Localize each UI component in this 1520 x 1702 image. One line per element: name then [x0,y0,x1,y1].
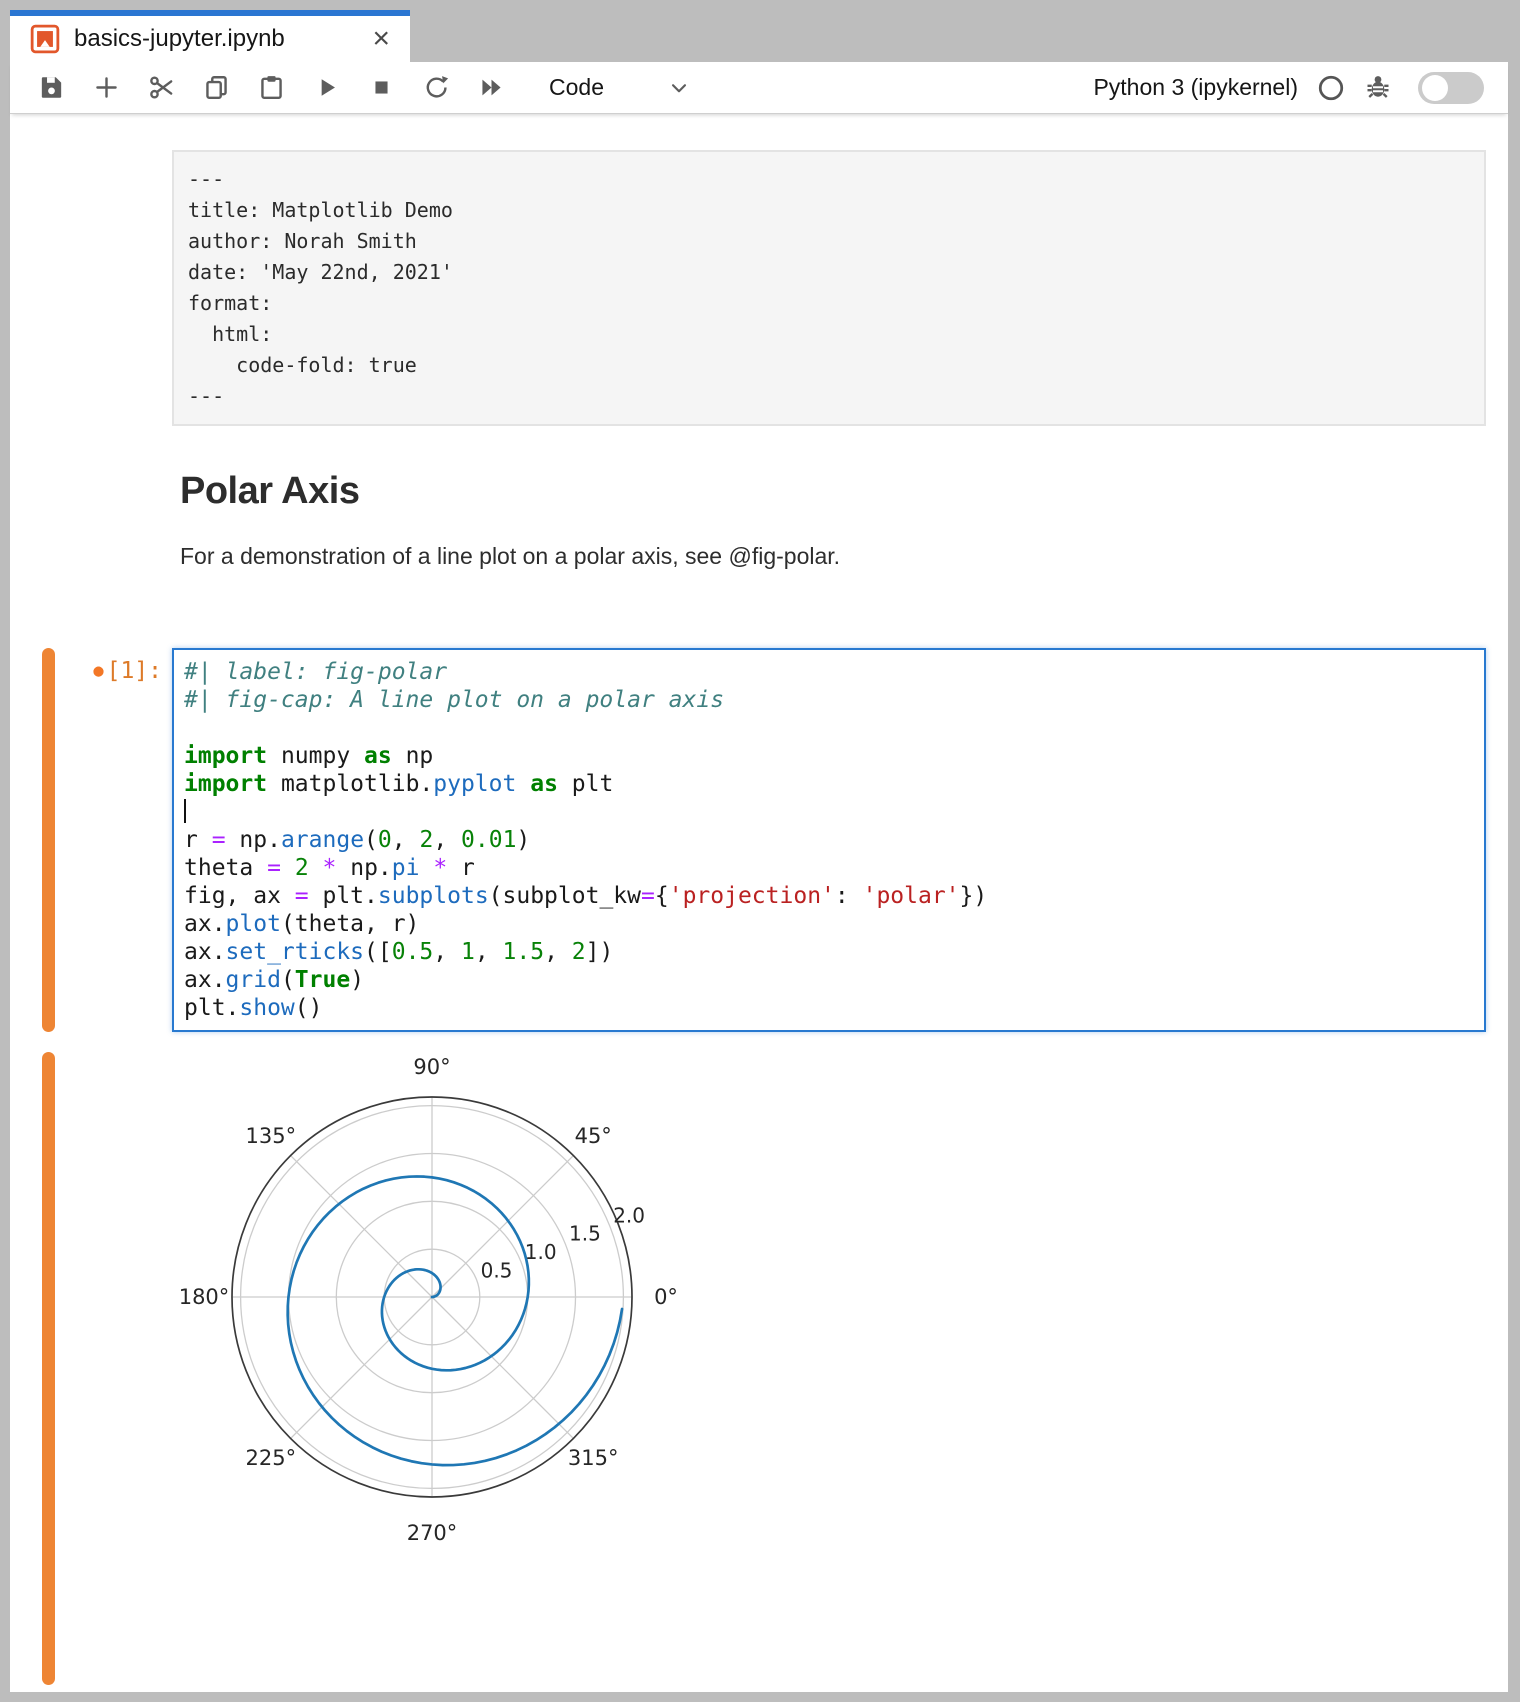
code-line: ax.plot(theta, r) [184,910,1474,938]
code-line [184,798,1474,826]
svg-text:2.0: 2.0 [613,1203,645,1227]
restart-icon [422,73,451,102]
section-paragraph: For a demonstration of a line plot on a … [180,543,1508,570]
execution-count: [1]: [107,658,162,684]
svg-text:1.0: 1.0 [525,1240,557,1264]
svg-text:270°: 270° [407,1521,458,1545]
screen: basics-jupyter.ipynb × Code Python 3 (ip… [0,0,1520,1702]
code-line: fig, ax = plt.subplots(subplot_kw={'proj… [184,882,1474,910]
kernel-status-icon [1316,73,1346,103]
code-line: import matplotlib.pyplot as plt [184,770,1474,798]
run-all-icon [477,73,506,102]
code-line: plt.show() [184,994,1474,1022]
copy-icon [202,73,231,102]
svg-text:0°: 0° [654,1285,678,1309]
toggle-knob [1422,75,1448,101]
code-line: import numpy as np [184,742,1474,770]
run-icon [312,73,341,102]
add-button[interactable] [79,66,134,110]
run-button[interactable] [299,66,354,110]
tab-basics-jupyter[interactable]: basics-jupyter.ipynb × [10,10,410,62]
svg-text:45°: 45° [575,1124,612,1148]
yaml-source: --- title: Matplotlib Demo author: Norah… [188,164,1470,412]
code-line: r = np.arange(0, 2, 0.01) [184,826,1474,854]
tab-bar: basics-jupyter.ipynb × [10,10,1508,62]
section-heading: Polar Axis [180,470,1508,513]
jupyterlab-window: basics-jupyter.ipynb × Code Python 3 (ip… [10,10,1508,1692]
svg-text:1.5: 1.5 [569,1222,601,1246]
interrupt-icon [367,73,396,102]
svg-text:315°: 315° [568,1446,619,1470]
code-line [184,714,1474,742]
execution-prompt: ●[1]: [93,658,162,684]
code-editor[interactable]: #| label: fig-polar#| fig-cap: A line pl… [172,648,1486,1032]
tab-title: basics-jupyter.ipynb [74,25,368,53]
output-collapser[interactable] [42,1052,55,1685]
code-line: #| label: fig-polar [184,658,1474,686]
svg-text:90°: 90° [413,1055,450,1079]
simple-mode-toggle[interactable] [1418,72,1484,104]
notebook-icon [30,24,60,54]
toolbar-button-group [24,66,519,110]
svg-text:135°: 135° [246,1124,297,1148]
cell-type-dropdown[interactable]: Code [549,74,692,101]
run-all-button[interactable] [464,66,519,110]
svg-text:0.5: 0.5 [481,1258,513,1282]
save-icon [37,73,66,102]
paste-button[interactable] [244,66,299,110]
restart-button[interactable] [409,66,464,110]
svg-text:180°: 180° [179,1285,230,1309]
code-line: theta = 2 * np.pi * r [184,854,1474,882]
modified-dot: ● [93,661,103,681]
interrupt-button[interactable] [354,66,409,110]
text-cursor [184,799,186,823]
copy-button[interactable] [189,66,244,110]
code-cell: ●[1]: #| label: fig-polar#| fig-cap: A l… [10,648,1508,1032]
code-line: ax.grid(True) [184,966,1474,994]
cell-type-value: Code [549,74,604,101]
code-source: #| label: fig-polar#| fig-cap: A line pl… [184,658,1474,1022]
debugger-button[interactable] [1362,72,1394,104]
save-button[interactable] [24,66,79,110]
figure-output: 0° 45° 90° 135° 180° 225° 270° 315° 0.5 1.0 1.5 2.0 [172,1052,692,1685]
notebook-toolbar: Code Python 3 (ipykernel) [10,62,1508,114]
chevron-down-icon [666,75,692,101]
tab-bar-empty-area [410,10,1508,62]
input-collapser[interactable] [42,648,55,1032]
code-cell-gutter: ●[1]: [10,648,172,1032]
output-area: 0° 45° 90° 135° 180° 225° 270° 315° 0.5 1.0 1.5 2.0 [10,1052,1508,1685]
cut-button[interactable] [134,66,189,110]
tab-close-icon[interactable]: × [368,24,394,54]
notebook-content: --- title: Matplotlib Demo author: Norah… [10,114,1508,1692]
code-line: #| fig-cap: A line plot on a polar axis [184,686,1474,714]
cut-icon [147,73,176,102]
paste-icon [257,73,286,102]
bug-icon [1363,72,1393,102]
polar-plot-figure: 0° 45° 90° 135° 180° 225° 270° 315° 0.5 1.0 1.5 2.0 [172,1052,692,1552]
markdown-cell-yaml[interactable]: --- title: Matplotlib Demo author: Norah… [172,150,1486,426]
code-line: ax.set_rticks([0.5, 1, 1.5, 2]) [184,938,1474,966]
add-icon [92,73,121,102]
svg-text:225°: 225° [246,1446,297,1470]
output-gutter [10,1052,172,1685]
kernel-name[interactable]: Python 3 (ipykernel) [1093,74,1298,101]
